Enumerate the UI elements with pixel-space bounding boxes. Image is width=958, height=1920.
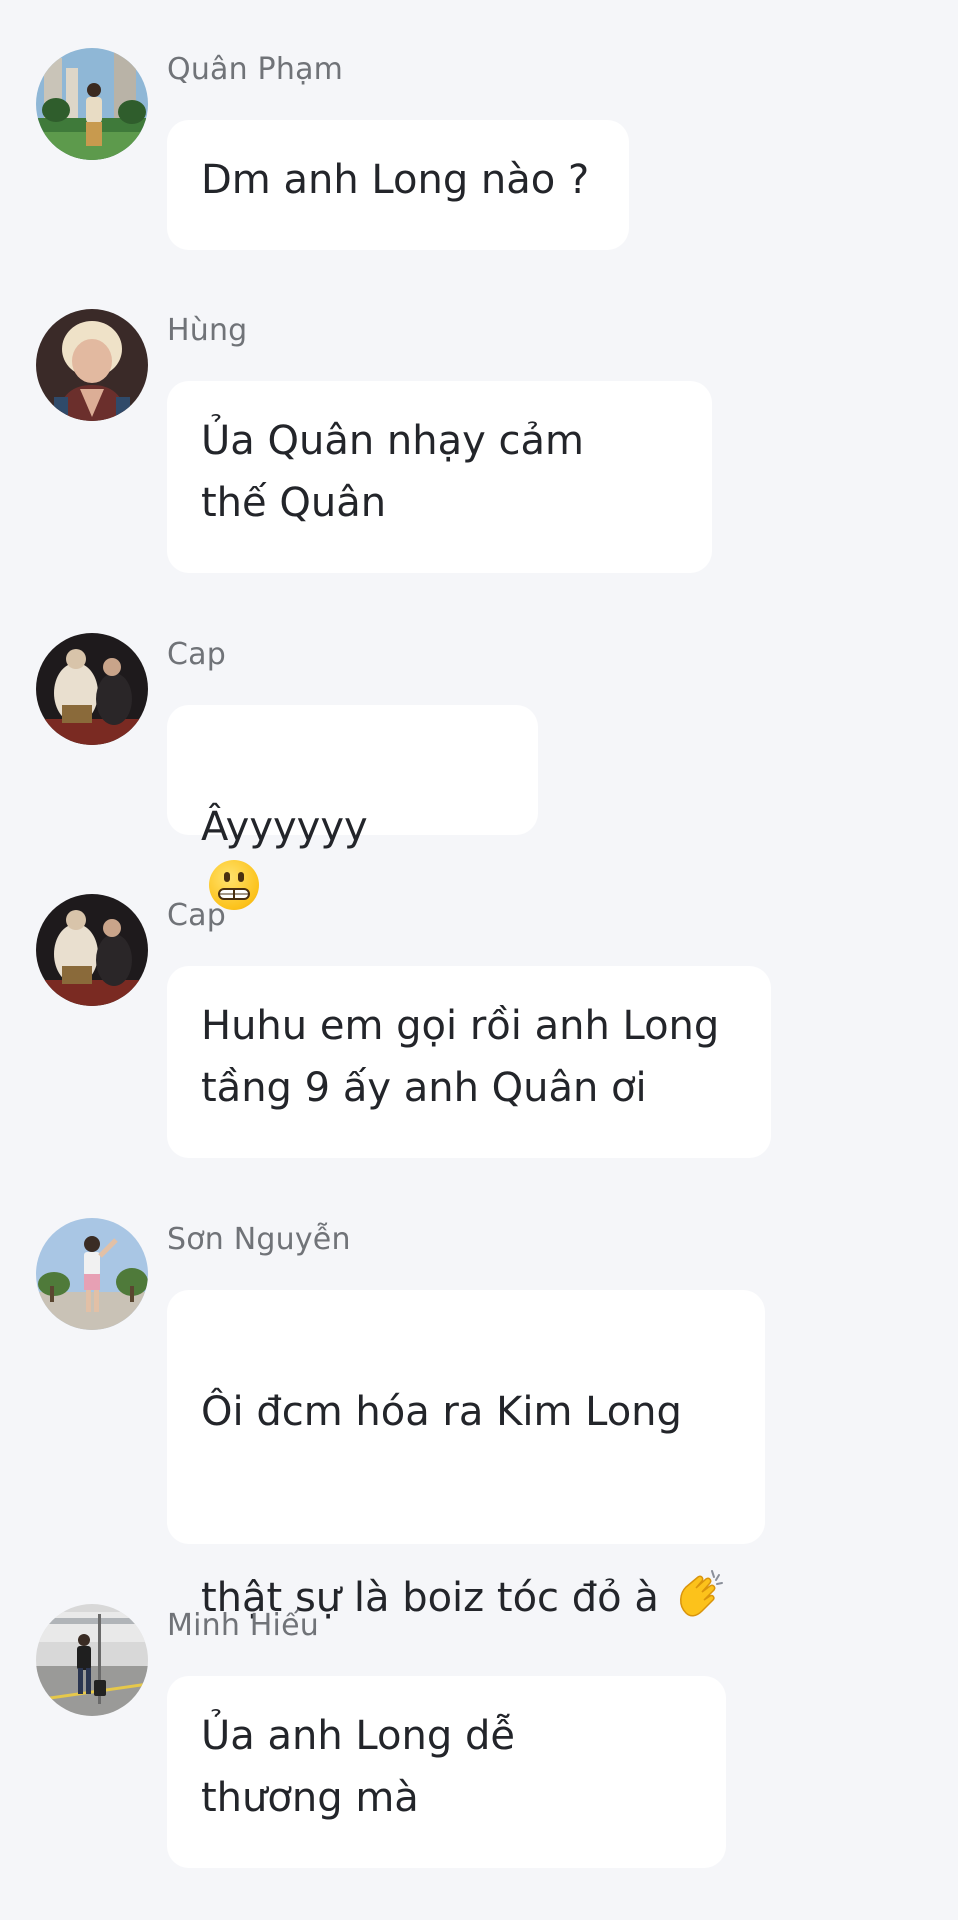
sender-name: Cap (167, 898, 226, 933)
message-bubble[interactable]: Dm anh Long nào ? (167, 120, 629, 250)
avatar-photo-icon (36, 633, 148, 745)
avatar[interactable] (36, 48, 148, 160)
message-bubble[interactable]: Ủa Quân nhạy cảm thế Quân (167, 381, 712, 573)
clapping-hands-icon (672, 1505, 726, 1617)
avatar-photo-icon (36, 894, 148, 1006)
message-bubble[interactable]: Huhu em gọi rồi anh Long tầng 9 ấy anh Q… (167, 966, 771, 1158)
avatar[interactable] (36, 1218, 148, 1330)
avatar-photo-icon (36, 1604, 148, 1716)
message-bubble[interactable]: Âyyyyyy (167, 705, 538, 1036)
avatar-photo-icon (36, 309, 148, 421)
avatar[interactable] (36, 894, 148, 1006)
avatar-photo-icon (36, 48, 148, 160)
sender-name: Cap (167, 637, 226, 672)
avatar[interactable] (36, 309, 148, 421)
message-text: Âyyyyyy (201, 804, 368, 850)
sender-name: Hùng (167, 313, 248, 348)
sender-name: Sơn Nguyễn (167, 1222, 351, 1257)
message-bubble[interactable]: Ôi đcm hóa ra Kim Long thật sự là boiz t… (167, 1290, 765, 1803)
sender-name: Minh Hiếu (167, 1608, 319, 1643)
message-text-line: Ôi đcm hóa ra Kim Long (201, 1389, 682, 1435)
sender-name: Quân Phạm (167, 52, 344, 87)
avatar[interactable] (36, 1604, 148, 1716)
avatar[interactable] (36, 633, 148, 745)
avatar-photo-icon (36, 1218, 148, 1330)
message-bubble[interactable]: Ủa anh Long dễ thương mà (167, 1676, 726, 1868)
